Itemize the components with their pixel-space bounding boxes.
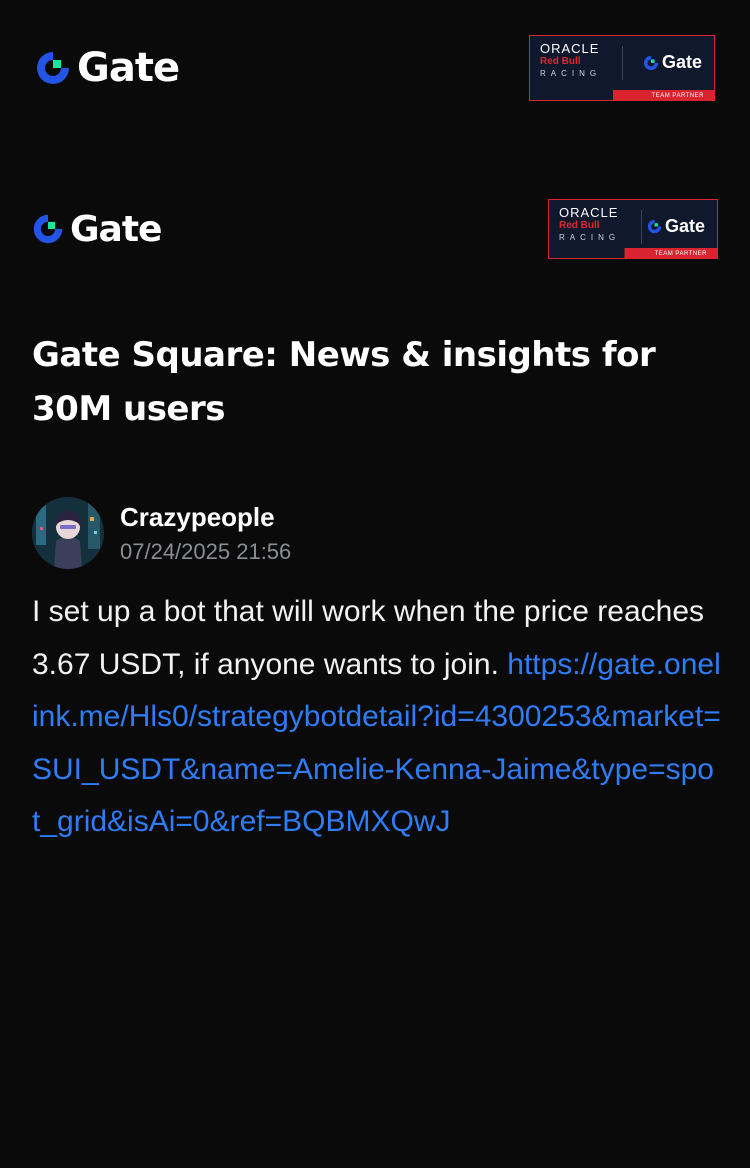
gate-logo-icon [37,52,69,84]
team-partner-badge: ORACLE Red Bull RACING Gate TEAM PARTNER [529,35,715,101]
gate-logo[interactable]: Gate [35,45,180,91]
post-author: Crazypeople 07/24/2025 21:56 [32,497,291,569]
gate-logo[interactable]: Gate [32,208,162,250]
team-partner-badge: ORACLE Red Bull RACING Gate TEAM PARTNER [548,199,718,259]
article-header: Gate ORACLE Red Bull RACING Gate TEAM PA… [0,199,750,259]
user-avatar[interactable] [32,497,104,569]
partner-line-racing: RACING [559,233,621,242]
author-name[interactable]: Crazypeople [120,502,291,533]
partner-line-redbull: Red Bull [540,56,581,67]
partner-brand: Gate [661,52,702,72]
partner-caption: TEAM PARTNER [651,93,704,99]
partner-line-racing: RACING [540,69,602,78]
gate-logo-icon [33,214,63,244]
post-timestamp: 07/24/2025 21:56 [120,538,292,564]
post-body: I set up a bot that will work when the p… [32,586,722,849]
page-title: Gate Square: News & insights for 30M use… [32,335,656,429]
partner-caption: TEAM PARTNER [654,251,707,257]
partner-divider [641,210,642,244]
top-header: Gate ORACLE Red Bull RACING Gate TEAM PA… [0,34,750,102]
partner-brand: Gate [664,216,705,236]
logo-text: Gate [70,208,162,250]
gate-logo-icon [647,219,662,234]
partner-line-oracle: ORACLE [540,41,600,56]
gate-logo-icon [643,55,659,70]
avatar-illustration [32,497,104,569]
logo-text: Gate [77,45,180,91]
partner-line-redbull: Red Bull [559,220,600,231]
partner-line-oracle: ORACLE [559,205,619,220]
partner-divider [622,46,623,80]
